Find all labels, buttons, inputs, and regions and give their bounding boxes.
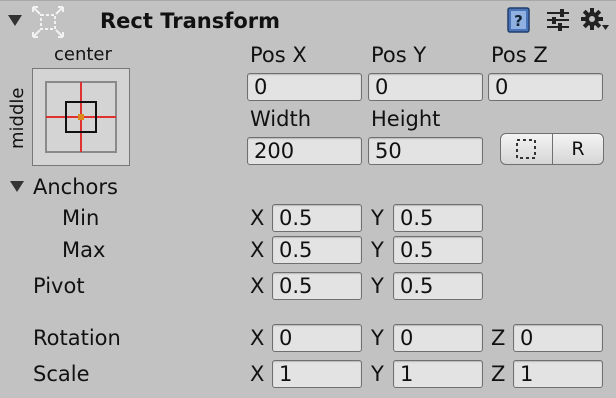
pos-z-field[interactable] xyxy=(488,73,603,101)
width-field[interactable] xyxy=(247,137,362,165)
presets-icon[interactable] xyxy=(546,9,570,31)
pivot-y-axis-label: Y xyxy=(371,274,384,298)
anchor-min-label: Min xyxy=(62,206,100,230)
scale-y-field[interactable] xyxy=(393,360,483,388)
anchors-foldout-icon[interactable] xyxy=(10,181,24,192)
rotation-x-field[interactable] xyxy=(272,324,362,352)
rotation-x-axis-label: X xyxy=(250,326,265,350)
anchor-max-label: Max xyxy=(62,238,106,262)
anchor-preset-button[interactable] xyxy=(32,68,130,166)
pivot-x-field[interactable] xyxy=(272,272,362,300)
anchor-preset-vertical-label: middle xyxy=(7,87,28,149)
rect-transform-icon xyxy=(30,4,66,40)
blueprint-mode-icon xyxy=(516,139,536,159)
rotation-y-field[interactable] xyxy=(393,324,483,352)
rotation-y-axis-label: Y xyxy=(371,326,384,350)
scale-x-field[interactable] xyxy=(272,360,362,388)
height-field[interactable] xyxy=(368,137,483,165)
anchor-max-y-field[interactable] xyxy=(393,236,483,264)
pos-x-label: Pos X xyxy=(250,43,307,67)
pos-y-label: Pos Y xyxy=(371,43,427,67)
component-title: Rect Transform xyxy=(100,9,281,33)
anchor-preset-icon xyxy=(45,81,117,153)
anchor-max-x-axis-label: X xyxy=(250,238,265,262)
pos-y-field[interactable] xyxy=(368,73,483,101)
anchor-min-x-field[interactable] xyxy=(272,204,362,232)
anchor-min-y-axis-label: Y xyxy=(371,206,384,230)
width-label: Width xyxy=(250,107,312,131)
scale-z-axis-label: Z xyxy=(491,362,506,386)
anchor-min-y-field[interactable] xyxy=(393,204,483,232)
scale-label: Scale xyxy=(33,362,90,386)
anchors-label[interactable]: Anchors xyxy=(33,175,118,199)
pivot-label: Pivot xyxy=(33,274,85,298)
rotation-z-axis-label: Z xyxy=(491,326,506,350)
anchor-max-x-field[interactable] xyxy=(272,236,362,264)
scale-x-axis-label: X xyxy=(250,362,265,386)
blueprint-mode-button[interactable] xyxy=(500,133,553,165)
raw-edit-mode-button[interactable]: R xyxy=(552,133,604,165)
scale-y-axis-label: Y xyxy=(371,362,384,386)
rotation-label: Rotation xyxy=(33,326,121,350)
svg-text:?: ? xyxy=(514,12,523,30)
anchor-preset-horizontal-label: center xyxy=(54,44,112,65)
anchor-min-x-axis-label: X xyxy=(250,206,265,230)
help-book-icon[interactable]: ? xyxy=(507,7,531,33)
height-label: Height xyxy=(371,107,441,131)
pos-x-field[interactable] xyxy=(247,73,362,101)
pivot-x-axis-label: X xyxy=(250,274,265,298)
gear-icon[interactable] xyxy=(580,7,610,33)
scale-z-field[interactable] xyxy=(513,360,603,388)
rect-transform-panel: Rect Transform ? center middle Pos X Pos… xyxy=(0,0,616,398)
anchor-max-y-axis-label: Y xyxy=(371,238,384,262)
pos-z-label: Pos Z xyxy=(491,43,548,67)
rotation-z-field[interactable] xyxy=(513,324,603,352)
foldout-arrow-icon[interactable] xyxy=(8,15,22,26)
pivot-y-field[interactable] xyxy=(393,272,483,300)
